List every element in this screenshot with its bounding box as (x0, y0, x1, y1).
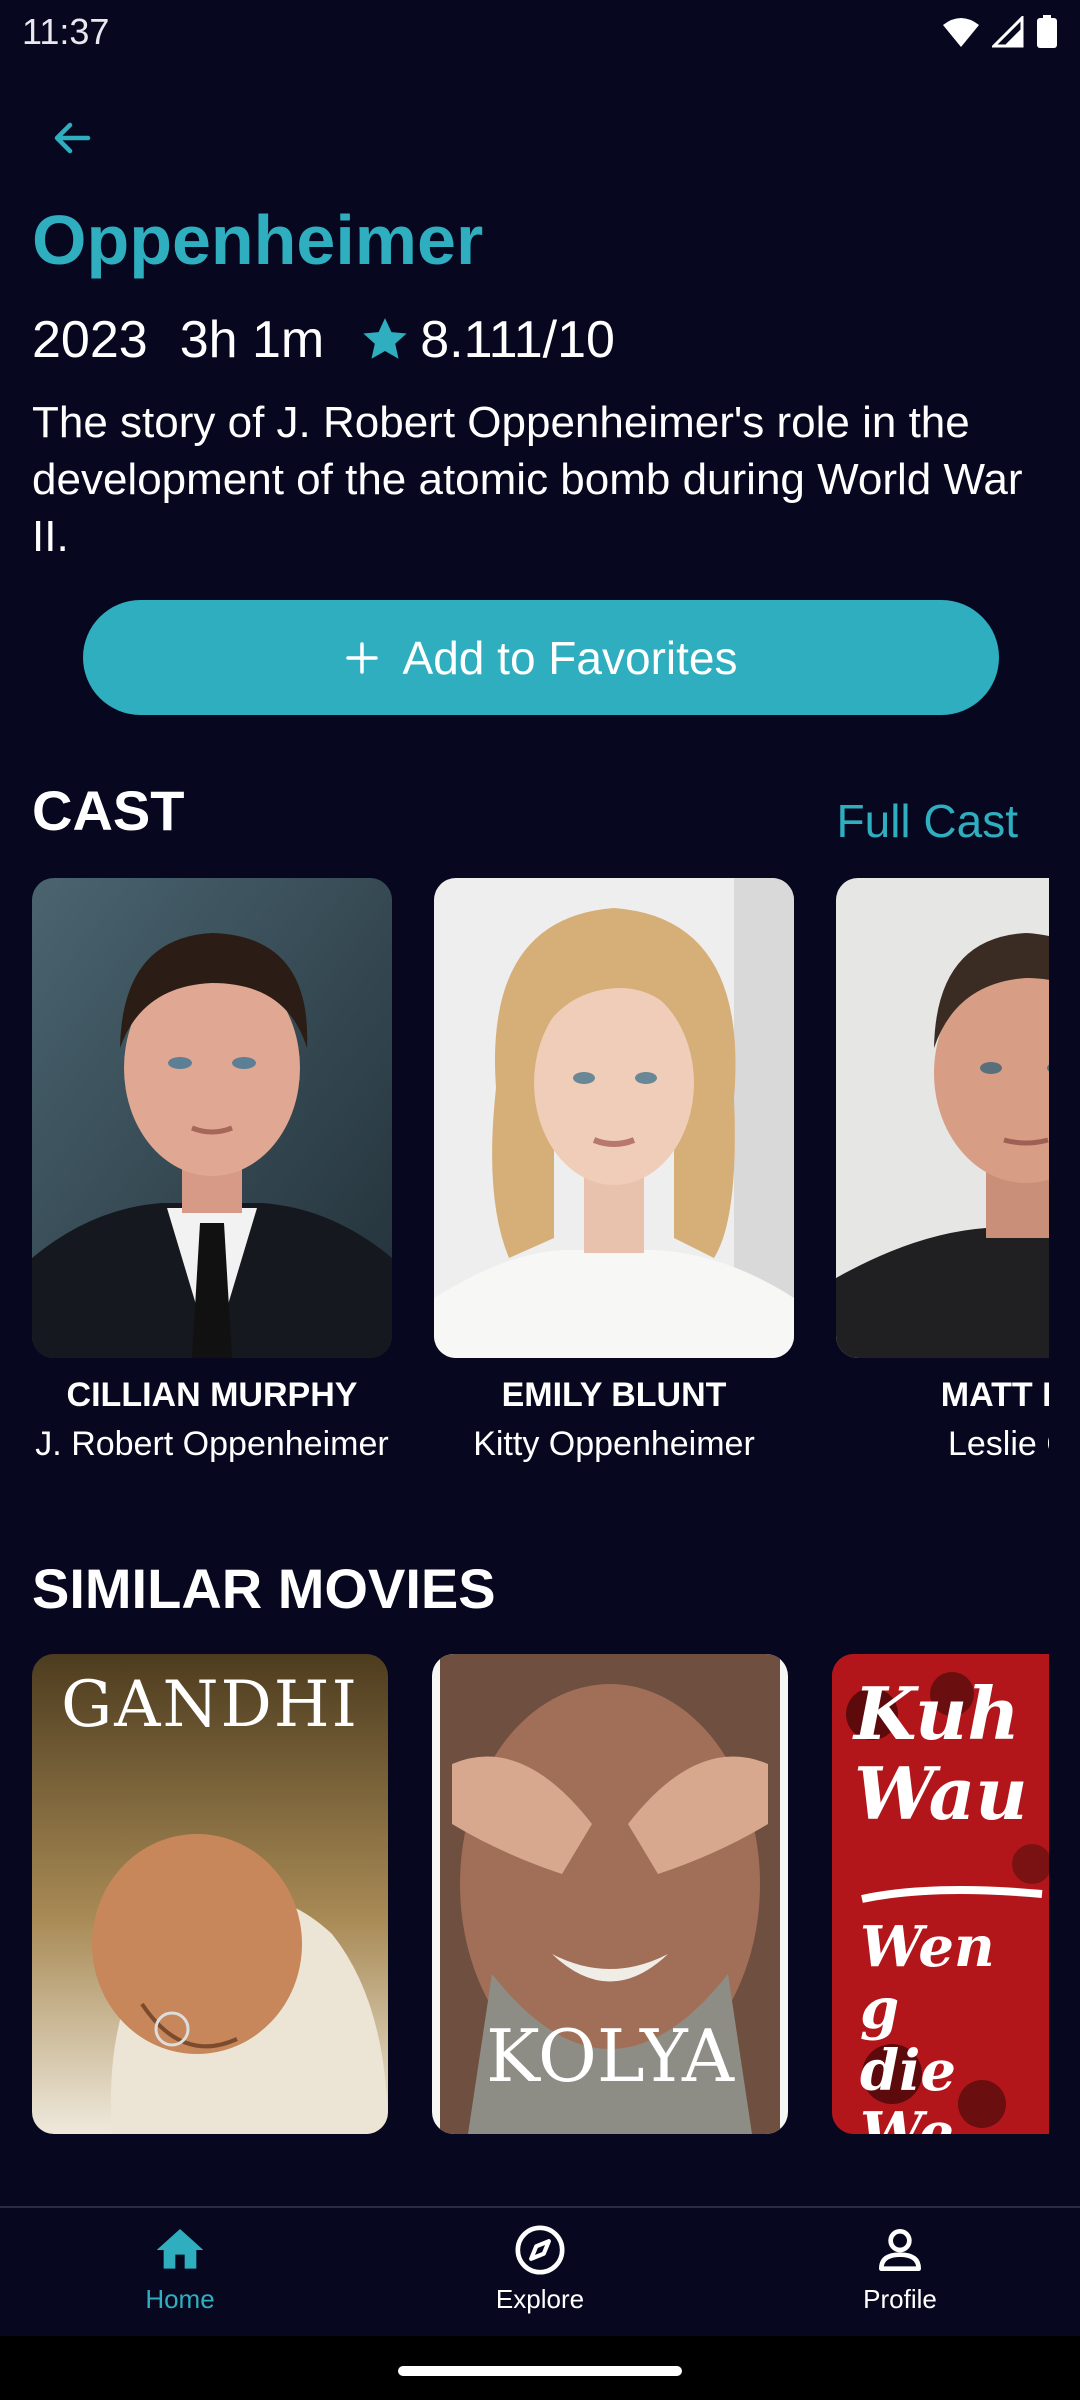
cast-actor-name: MATT DA (940, 1376, 1049, 1414)
rating-value: 8.111/10 (420, 311, 615, 369)
cast-character-name: J. Robert Oppenheimer (35, 1425, 389, 1463)
back-button[interactable] (34, 100, 110, 176)
compass-icon (515, 2225, 565, 2275)
nav-label-profile: Profile (863, 2284, 937, 2314)
nav-label-home: Home (145, 2284, 215, 2314)
status-time: 11:37 (22, 11, 110, 52)
similar-movie-poster[interactable]: GANDHI (32, 1654, 388, 2134)
status-icons (942, 15, 1058, 49)
cast-carousel[interactable]: CILLIAN MURPHY J. Robert Oppenheimer EMI… (32, 878, 1049, 1518)
similar-movies-heading: SIMILAR MOVIES (32, 1557, 496, 1620)
nav-label-explore: Explore (495, 2284, 585, 2314)
nav-item-home[interactable]: Home (80, 2222, 280, 2315)
plus-icon (345, 641, 378, 674)
poster-title-text: KOLYA (485, 2014, 735, 2098)
cast-character-name: Leslie Gr (947, 1425, 1049, 1463)
cast-actor-name: EMILY BLUNT (501, 1376, 727, 1414)
battery-icon (1037, 15, 1057, 48)
profile-icon (879, 2229, 921, 2271)
cast-character-name: Kitty Oppenheimer (473, 1425, 755, 1463)
cast-photo (836, 878, 1049, 1358)
home-icon (156, 2229, 204, 2269)
movie-title: Oppenheimer (32, 201, 484, 279)
similar-movie-poster[interactable]: Kuh Wau Wen g die We (832, 1654, 1049, 2134)
cast-card[interactable]: MATT DA Leslie Gr (836, 878, 1049, 1465)
add-to-favorites-button[interactable]: Add to Favorites (83, 600, 999, 715)
gesture-handle[interactable] (398, 2366, 682, 2376)
cast-actor-name: CILLIAN MURPHY (66, 1376, 358, 1414)
similar-movie-poster[interactable]: KOLYA (432, 1654, 788, 2134)
add-to-favorites-label: Add to Favorites (402, 631, 738, 684)
movie-overview: The story of J. Robert Oppenheimer's rol… (32, 398, 1023, 561)
movie-meta: 2023 3h 1m 8.111/10 (32, 310, 615, 370)
nav-item-profile[interactable]: Profile (800, 2222, 1000, 2315)
cast-photo (32, 878, 392, 1358)
cellular-signal-icon (992, 16, 1024, 48)
cast-photo (434, 878, 794, 1358)
cast-heading: CAST (32, 779, 185, 842)
cast-card[interactable]: EMILY BLUNT Kitty Oppenheimer (434, 878, 794, 1465)
release-year: 2023 (32, 311, 148, 369)
arrow-back-icon (54, 122, 91, 154)
poster-title-text: Kuh Wau (854, 1671, 1028, 1836)
cast-card[interactable]: CILLIAN MURPHY J. Robert Oppenheimer (32, 878, 392, 1465)
runtime: 3h 1m (179, 311, 325, 369)
star-icon (363, 318, 407, 359)
poster-title-text: GANDHI (61, 1668, 359, 1742)
wifi-icon (943, 18, 979, 47)
nav-item-explore[interactable]: Explore (440, 2222, 640, 2315)
poster-subtitle-text: Wen g die We (860, 1914, 995, 2134)
bottom-navigation: Home Explore Profile (0, 2208, 1080, 2338)
similar-movies-carousel[interactable]: GANDHI KOLYA Kuh Wau Wen g die We (32, 1654, 1049, 2136)
full-cast-link[interactable]: Full Cast (837, 794, 1018, 848)
status-bar: 11:37 (0, 0, 1080, 64)
